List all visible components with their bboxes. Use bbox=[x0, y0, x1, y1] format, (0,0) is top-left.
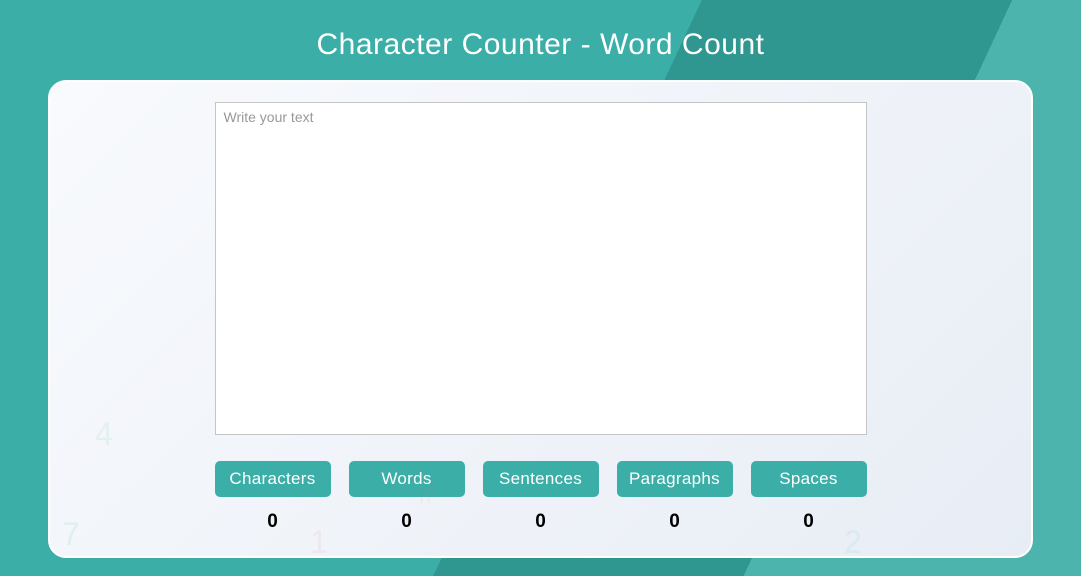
counter-spaces-value: 0 bbox=[803, 511, 814, 533]
counter-sentences-value: 0 bbox=[535, 511, 546, 533]
counter-words-value: 0 bbox=[401, 511, 412, 533]
counter-paragraphs-value: 0 bbox=[669, 511, 680, 533]
counter-paragraphs: Paragraphs 0 bbox=[617, 461, 733, 533]
counter-paragraphs-label: Paragraphs bbox=[617, 461, 733, 497]
counter-sentences-label: Sentences bbox=[483, 461, 599, 497]
counter-characters: Characters 0 bbox=[215, 461, 331, 533]
counter-sentences: Sentences 0 bbox=[483, 461, 599, 533]
counters-row: Characters 0 Words 0 Sentences 0 Paragra… bbox=[215, 461, 867, 533]
textarea-wrapper bbox=[215, 102, 867, 440]
counter-words-label: Words bbox=[349, 461, 465, 497]
counter-characters-value: 0 bbox=[267, 511, 278, 533]
main-container: Characters 0 Words 0 Sentences 0 Paragra… bbox=[48, 80, 1033, 558]
text-input[interactable] bbox=[215, 102, 867, 435]
counter-spaces-label: Spaces bbox=[751, 461, 867, 497]
counter-words: Words 0 bbox=[349, 461, 465, 533]
counter-characters-label: Characters bbox=[215, 461, 331, 497]
counter-spaces: Spaces 0 bbox=[751, 461, 867, 533]
page-title: Character Counter - Word Count bbox=[0, 0, 1081, 80]
